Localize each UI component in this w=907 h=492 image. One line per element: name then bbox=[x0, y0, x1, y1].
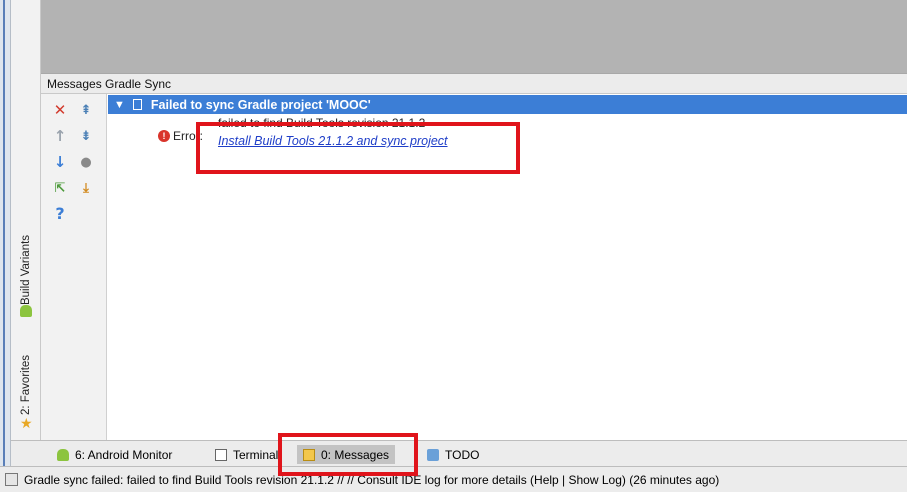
stop-icon[interactable]: ● bbox=[76, 152, 96, 172]
messages-toolbar: ✕ ⇞ ↑ ⇟ ↓ ● ⇱ ⤓ ? bbox=[41, 94, 107, 440]
tab-terminal[interactable]: Terminal bbox=[209, 445, 284, 464]
side-tool-strip: Build Variants 2: Favorites ★ bbox=[11, 0, 41, 440]
error-message: failed to find Build Tools revision 21.1… bbox=[218, 116, 426, 130]
sync-failure-title: Failed to sync Gradle project 'MOOC' bbox=[150, 97, 371, 112]
build-variants-label: Build Variants bbox=[20, 234, 33, 306]
error-icon: ! bbox=[158, 130, 170, 142]
sync-failure-row[interactable]: ▼ Failed to sync Gradle project 'MOOC' bbox=[108, 95, 907, 114]
expand-all-icon[interactable]: ⇞ bbox=[76, 100, 96, 120]
todo-icon bbox=[427, 448, 439, 461]
left-edge-stripe bbox=[0, 0, 11, 466]
download-icon[interactable]: ⤓ bbox=[76, 178, 96, 198]
tab-messages[interactable]: 0: Messages bbox=[297, 445, 396, 464]
messages-icon bbox=[303, 448, 315, 461]
file-icon bbox=[132, 99, 142, 110]
messages-panel-header: Messages Gradle Sync bbox=[41, 73, 907, 94]
down-arrow-icon[interactable]: ↓ bbox=[50, 152, 70, 172]
status-toggle-icon[interactable] bbox=[5, 473, 18, 486]
status-bar: Gradle sync failed: failed to find Build… bbox=[0, 466, 907, 492]
messages-tree: ▼ Failed to sync Gradle project 'MOOC' !… bbox=[108, 94, 907, 440]
up-arrow-icon[interactable]: ↑ bbox=[50, 126, 70, 146]
tab-android-monitor-label: 6: Android Monitor bbox=[75, 447, 173, 462]
bottom-tool-tabs: 6: Android Monitor Terminal 0: Messages … bbox=[11, 440, 907, 466]
android-monitor-icon bbox=[57, 448, 69, 461]
error-label: Error: bbox=[173, 129, 203, 143]
tab-terminal-label: Terminal bbox=[233, 447, 279, 462]
terminal-icon bbox=[215, 448, 227, 461]
tab-messages-label: 0: Messages bbox=[321, 447, 390, 462]
tab-android-monitor[interactable]: 6: Android Monitor bbox=[51, 445, 178, 464]
tab-todo-label: TODO bbox=[445, 447, 480, 462]
editor-area bbox=[41, 0, 907, 73]
collapse-all-icon[interactable]: ⇟ bbox=[76, 126, 96, 146]
favorites-label: 2: Favorites bbox=[20, 354, 33, 416]
status-text[interactable]: Gradle sync failed: failed to find Build… bbox=[24, 473, 719, 487]
expand-triangle-icon[interactable]: ▼ bbox=[114, 99, 125, 111]
edge-accent bbox=[3, 0, 5, 466]
close-icon[interactable]: ✕ bbox=[50, 100, 70, 120]
tab-todo[interactable]: TODO bbox=[421, 445, 485, 464]
export-icon[interactable]: ⇱ bbox=[50, 178, 70, 198]
android-icon bbox=[20, 305, 32, 317]
help-icon[interactable]: ? bbox=[50, 204, 70, 224]
star-icon: ★ bbox=[20, 416, 33, 432]
install-build-tools-link[interactable]: Install Build Tools 21.1.2 and sync proj… bbox=[218, 134, 448, 148]
